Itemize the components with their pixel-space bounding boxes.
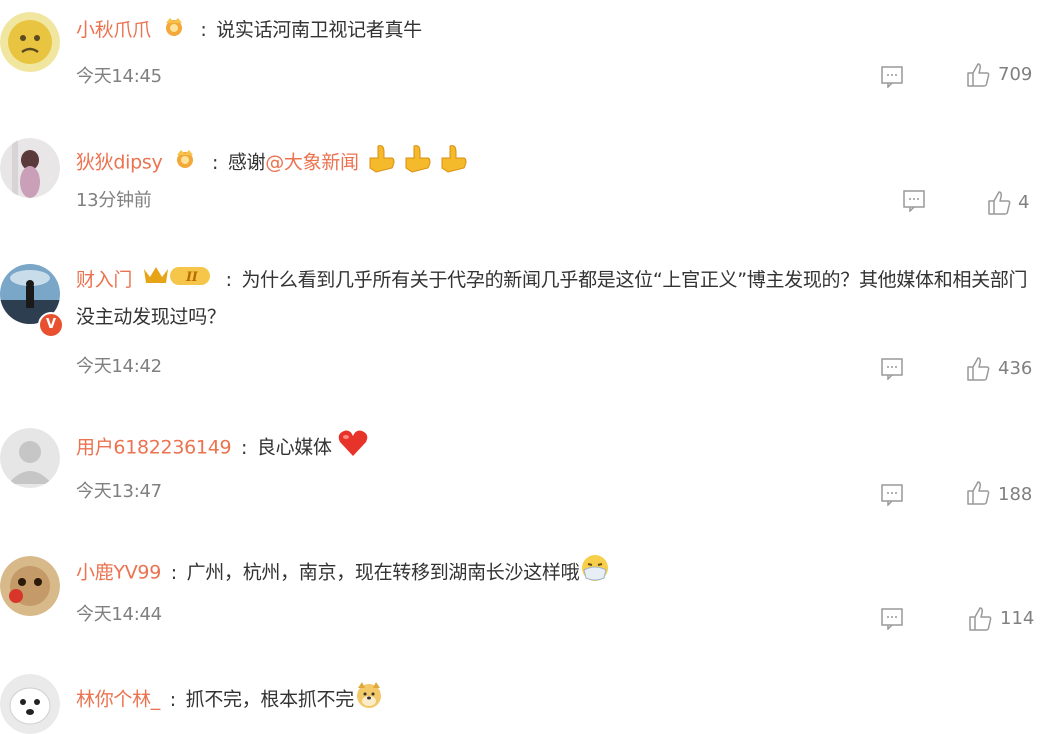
heart-emoji	[337, 428, 369, 468]
timestamp: 13分钟前	[76, 190, 152, 211]
username[interactable]: 林你个林_	[76, 689, 160, 711]
timestamp: 今天14:45	[76, 66, 162, 87]
comment-text: 良心媒体	[256, 436, 332, 459]
like-icon[interactable]	[967, 606, 993, 636]
reply-icon[interactable]	[880, 356, 904, 384]
crown-badge-icon[interactable]	[172, 147, 198, 179]
like-icon[interactable]	[965, 480, 991, 510]
like-icon[interactable]	[965, 356, 991, 386]
reply-icon[interactable]	[880, 64, 904, 92]
like-count: 709	[998, 64, 1033, 85]
comment-text: 感谢	[227, 151, 266, 174]
reply-icon[interactable]	[880, 482, 904, 510]
username[interactable]: 财入门	[76, 269, 132, 291]
avatar[interactable]	[0, 674, 60, 734]
username[interactable]: 小秋爪爪	[76, 19, 151, 41]
colon: :	[169, 688, 176, 711]
vip-crown-level-badge-icon[interactable]: II	[142, 263, 212, 299]
colon: :	[211, 151, 219, 174]
mask-face-emoji	[579, 552, 611, 594]
like-icon[interactable]	[986, 190, 1012, 220]
colon: :	[170, 561, 177, 584]
like-count: 436	[998, 358, 1033, 379]
reply-icon[interactable]	[902, 188, 926, 216]
username[interactable]: 狄狄dipsy	[76, 152, 163, 174]
verified-badge: V	[38, 312, 64, 338]
avatar[interactable]	[0, 556, 60, 616]
colon: :	[225, 269, 232, 291]
avatar[interactable]	[0, 428, 60, 488]
comment-text: 广州，杭州，南京，现在转移到湖南长沙这样哦	[186, 561, 580, 584]
like-icon[interactable]	[965, 62, 991, 92]
username[interactable]: 小鹿YV99	[76, 562, 161, 584]
thumbs-up-emoji	[364, 140, 472, 186]
colon: :	[241, 436, 248, 459]
comment-text: 为什么看到几乎所有关于代孕的新闻几乎都是这位“上官正义”博主发现的？其他媒体和相…	[76, 269, 1028, 328]
like-count: 114	[1000, 608, 1035, 629]
username[interactable]: 用户6182236149	[76, 437, 232, 459]
comment-text: 说实话河南卫视记者真牛	[216, 19, 422, 41]
colon: :	[200, 19, 207, 41]
like-count: 188	[998, 484, 1033, 505]
timestamp: 今天13:47	[76, 481, 162, 502]
level-text: II	[185, 270, 199, 285]
like-count: 4	[1018, 192, 1030, 213]
reply-icon[interactable]	[880, 606, 904, 634]
crown-badge-icon[interactable]	[161, 15, 187, 47]
avatar[interactable]	[0, 138, 60, 198]
timestamp: 今天14:44	[76, 604, 162, 625]
doge-emoji	[354, 680, 384, 720]
avatar[interactable]	[0, 12, 60, 72]
timestamp: 今天14:42	[76, 356, 162, 377]
comment-text: 抓不完，根本抓不完	[185, 688, 355, 711]
mention-link[interactable]: @大象新闻	[265, 152, 359, 174]
